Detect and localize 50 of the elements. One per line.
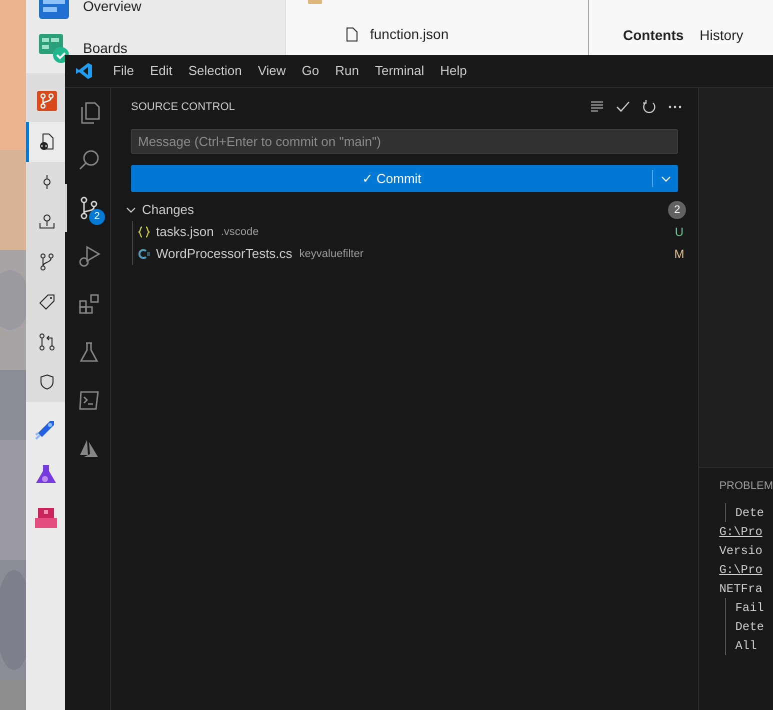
pull-request-icon	[37, 332, 57, 352]
commit-button[interactable]: ✓ Commit	[131, 165, 678, 192]
menu-item[interactable]: Help	[432, 61, 475, 81]
menu-item[interactable]: File	[105, 61, 142, 81]
terminal-line: Fail	[735, 600, 764, 616]
more-icon	[668, 105, 682, 109]
extensions-icon	[77, 292, 101, 316]
braces-icon	[138, 226, 150, 238]
message-field[interactable]: Message (Ctrl+Enter to commit on "main")	[131, 129, 678, 154]
file-row[interactable]: WordProcessorTests.cs keyvaluefilter M	[133, 243, 698, 265]
menu-item[interactable]: View	[250, 61, 294, 81]
nav-item[interactable]	[26, 122, 65, 162]
file-icon	[346, 27, 358, 42]
changes-header[interactable]: Changes 2	[111, 199, 698, 221]
menu-item[interactable]: Terminal	[367, 61, 432, 81]
menu-item[interactable]: Edit	[142, 61, 180, 81]
count-badge: 2	[89, 209, 105, 225]
tab[interactable]: Contents	[623, 25, 684, 46]
tree-item[interactable]: function.json	[370, 24, 449, 45]
refresh-icon	[641, 99, 658, 115]
repo-icon	[37, 90, 57, 110]
menu-item[interactable]: Run	[327, 61, 367, 81]
menu-item[interactable]: Selection	[180, 61, 250, 81]
terminal-line: Versio	[719, 542, 762, 560]
panel-tab[interactable]: PROBLEM	[719, 478, 773, 503]
nav-item[interactable]: Overview	[83, 0, 142, 14]
terminal-line: NETFra	[719, 580, 762, 598]
csharp-icon	[138, 248, 150, 260]
tab[interactable]: History	[700, 25, 744, 46]
terminal-line: Dete	[735, 504, 764, 522]
panel-title: SOURCE CONTROL	[131, 100, 236, 115]
count-badge: 2	[668, 201, 686, 219]
board-icon	[37, 32, 71, 64]
status-letter: M	[673, 246, 686, 263]
file-row[interactable]: tasks.json .vscode U	[133, 221, 698, 243]
package-icon	[34, 506, 58, 530]
search-icon	[77, 148, 101, 172]
terminal-link[interactable]: G:\Pro	[719, 560, 762, 578]
terminal-line: Dete	[735, 618, 764, 636]
status-letter: U	[674, 224, 685, 241]
terminal-link[interactable]: G:\Pro	[719, 522, 762, 540]
tag-icon	[37, 292, 57, 312]
run-debug-icon	[77, 244, 101, 268]
menu-item[interactable]: Go	[294, 61, 328, 81]
nav-item[interactable]: Boards	[83, 40, 128, 56]
flask-icon	[77, 340, 101, 364]
dashboard-icon	[37, 0, 71, 21]
terminal-line: All	[735, 638, 757, 654]
vscode-logo-icon	[75, 62, 93, 80]
activity-bar-button[interactable]: 2	[65, 184, 111, 232]
